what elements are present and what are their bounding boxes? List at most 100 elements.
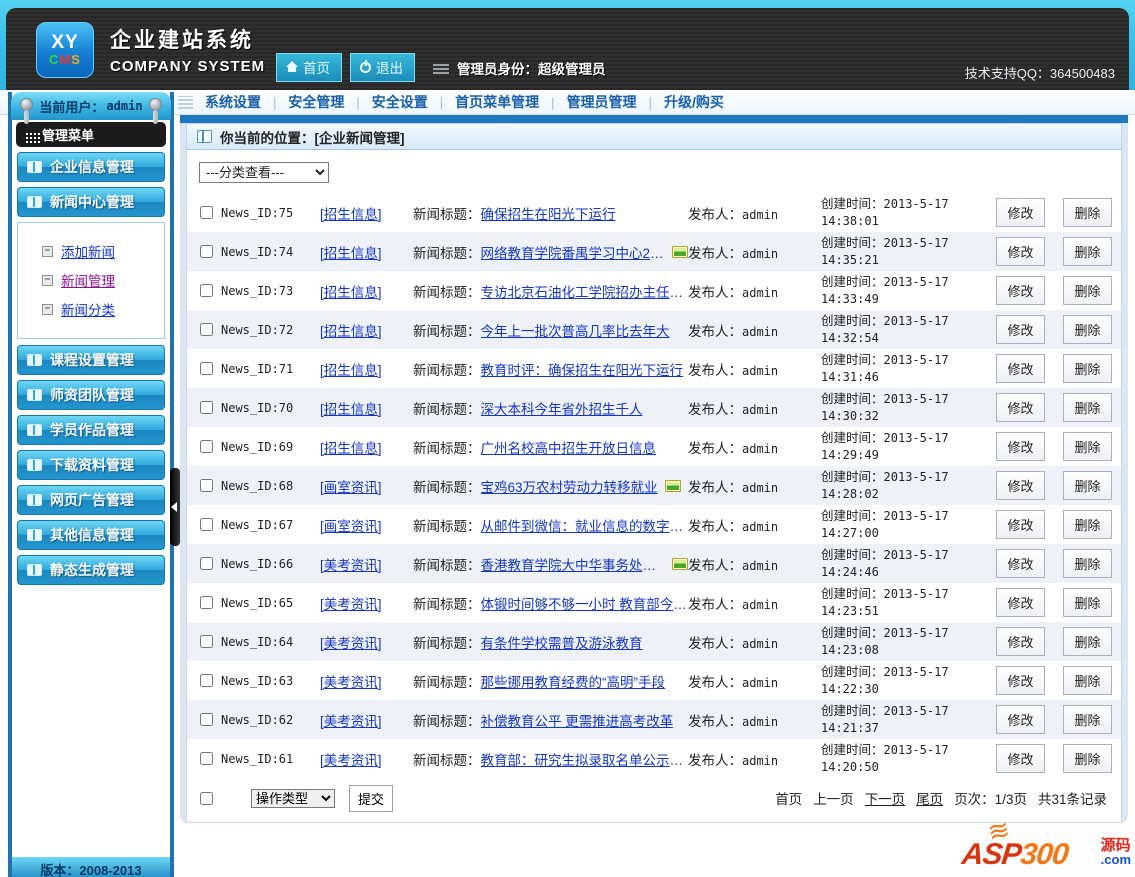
home-button[interactable]: 首页 xyxy=(276,53,342,82)
delete-button[interactable]: 删除 xyxy=(1063,471,1111,500)
delete-button[interactable]: 删除 xyxy=(1063,588,1111,617)
pagination-last[interactable]: 尾页 xyxy=(916,788,943,808)
category-link[interactable]: [招生信息] xyxy=(320,441,382,456)
category-link[interactable]: [美考资讯] xyxy=(320,753,382,768)
row-checkbox[interactable] xyxy=(200,674,213,687)
news-title-link[interactable]: 从邮件到微信：就业信息的数字化之路 xyxy=(481,515,689,535)
news-title-link[interactable]: 宝鸡63万农村劳动力转移就业 xyxy=(481,476,658,496)
logout-button[interactable]: 退出 xyxy=(350,53,415,82)
category-link[interactable]: [美考资讯] xyxy=(320,558,382,573)
delete-button[interactable]: 删除 xyxy=(1063,315,1111,344)
edit-button[interactable]: 修改 xyxy=(996,588,1044,617)
delete-button[interactable]: 删除 xyxy=(1063,393,1111,422)
edit-button[interactable]: 修改 xyxy=(996,549,1044,578)
sidebar-submenu-link[interactable]: 添加新闻 xyxy=(61,241,115,261)
row-checkbox[interactable] xyxy=(200,752,213,765)
sidebar-group-button[interactable]: 网页广告管理 xyxy=(17,485,165,515)
news-title-link[interactable]: 广州名校高中招生开放日信息 xyxy=(481,437,657,457)
nav-item[interactable]: 管理员管理 xyxy=(567,94,637,110)
edit-button[interactable]: 修改 xyxy=(996,471,1044,500)
news-title-link[interactable]: 教育时评：确保招生在阳光下运行 xyxy=(481,359,684,379)
nav-item[interactable]: 安全管理 xyxy=(288,94,344,110)
row-checkbox[interactable] xyxy=(200,206,213,219)
news-title-link[interactable]: 教育部：研究生拟录取名单公示不少于7个工作日 xyxy=(481,749,689,769)
sidebar-collapse-handle[interactable] xyxy=(170,468,180,546)
edit-button[interactable]: 修改 xyxy=(996,354,1044,383)
submit-button[interactable]: 提交 xyxy=(349,785,393,812)
category-link[interactable]: [招生信息] xyxy=(320,324,382,339)
category-filter-select[interactable]: ---分类查看--- xyxy=(199,162,329,183)
edit-button[interactable]: 修改 xyxy=(996,510,1044,539)
category-link[interactable]: [招生信息] xyxy=(320,207,382,222)
edit-button[interactable]: 修改 xyxy=(996,276,1044,305)
sidebar-group-button[interactable]: 静态生成管理 xyxy=(17,555,165,585)
category-link[interactable]: [美考资讯] xyxy=(320,597,382,612)
category-link[interactable]: [美考资讯] xyxy=(320,675,382,690)
edit-button[interactable]: 修改 xyxy=(996,627,1044,656)
edit-button[interactable]: 修改 xyxy=(996,315,1044,344)
row-checkbox[interactable] xyxy=(200,323,213,336)
nav-item[interactable]: 系统设置 xyxy=(205,94,261,110)
sidebar-group-button[interactable]: 下载资料管理 xyxy=(17,450,165,480)
news-title-link[interactable]: 补偿教育公平 更需推进高考改革 xyxy=(481,710,674,730)
delete-button[interactable]: 删除 xyxy=(1063,354,1111,383)
row-checkbox[interactable] xyxy=(200,440,213,453)
news-title-link[interactable]: 深大本科今年省外招生千人 xyxy=(481,398,643,418)
delete-button[interactable]: 删除 xyxy=(1063,510,1111,539)
delete-button[interactable]: 删除 xyxy=(1063,627,1111,656)
sidebar-group-button[interactable]: 师资团队管理 xyxy=(17,380,165,410)
delete-button[interactable]: 删除 xyxy=(1063,198,1111,227)
delete-button[interactable]: 删除 xyxy=(1063,549,1111,578)
category-link[interactable]: [招生信息] xyxy=(320,363,382,378)
row-checkbox[interactable] xyxy=(200,401,213,414)
sidebar-group-button[interactable]: 新闻中心管理 xyxy=(17,187,165,217)
nav-item[interactable]: 安全设置 xyxy=(372,94,428,110)
sidebar-group-button[interactable]: 其他信息管理 xyxy=(17,520,165,550)
category-link[interactable]: [招生信息] xyxy=(320,246,382,261)
edit-button[interactable]: 修改 xyxy=(996,237,1044,266)
delete-button[interactable]: 删除 xyxy=(1063,432,1111,461)
select-all-checkbox[interactable] xyxy=(200,792,213,805)
row-checkbox[interactable] xyxy=(200,245,213,258)
delete-button[interactable]: 删除 xyxy=(1063,705,1111,734)
row-checkbox[interactable] xyxy=(200,362,213,375)
news-title-link[interactable]: 网络教育学院番禺学习中心2013年秋季招生信 xyxy=(481,242,666,262)
delete-button[interactable]: 删除 xyxy=(1063,666,1111,695)
sidebar-submenu-link[interactable]: 新闻管理 xyxy=(61,270,115,290)
news-title-link[interactable]: 确保招生在阳光下运行 xyxy=(481,203,616,223)
news-title-link[interactable]: 专访北京石油化工学院招办主任魏融 xyxy=(481,281,689,301)
news-title-link[interactable]: 香港教育学院大中华事务处许声浪谈2013招生政策 xyxy=(481,554,666,574)
category-link[interactable]: [招生信息] xyxy=(320,285,382,300)
row-checkbox[interactable] xyxy=(200,596,213,609)
category-link[interactable]: [美考资讯] xyxy=(320,714,382,729)
category-link[interactable]: [招生信息] xyxy=(320,402,382,417)
delete-button[interactable]: 删除 xyxy=(1063,237,1111,266)
news-title-link[interactable]: 那些挪用教育经费的“高明”手段 xyxy=(481,671,666,691)
row-checkbox[interactable] xyxy=(200,635,213,648)
news-title-link[interactable]: 今年上一批次普高几率比去年大 xyxy=(481,320,670,340)
pagination-prev[interactable]: 上一页 xyxy=(813,788,854,808)
category-link[interactable]: [画室资讯] xyxy=(320,480,382,495)
delete-button[interactable]: 删除 xyxy=(1063,276,1111,305)
action-type-select[interactable]: 操作类型 xyxy=(251,789,335,808)
pagination-first[interactable]: 首页 xyxy=(775,788,802,808)
delete-button[interactable]: 删除 xyxy=(1063,744,1111,773)
news-title-link[interactable]: 有条件学校需普及游泳教育 xyxy=(481,632,643,652)
edit-button[interactable]: 修改 xyxy=(996,744,1044,773)
row-checkbox[interactable] xyxy=(200,713,213,726)
category-link[interactable]: [美考资讯] xyxy=(320,636,382,651)
sidebar-group-button[interactable]: 学员作品管理 xyxy=(17,415,165,445)
nav-item[interactable]: 首页菜单管理 xyxy=(455,94,539,110)
row-checkbox[interactable] xyxy=(200,284,213,297)
edit-button[interactable]: 修改 xyxy=(996,393,1044,422)
category-link[interactable]: [画室资讯] xyxy=(320,519,382,534)
sidebar-group-button[interactable]: 课程设置管理 xyxy=(17,345,165,375)
edit-button[interactable]: 修改 xyxy=(996,198,1044,227)
edit-button[interactable]: 修改 xyxy=(996,432,1044,461)
sidebar-group-button[interactable]: 企业信息管理 xyxy=(17,152,165,182)
row-checkbox[interactable] xyxy=(200,479,213,492)
row-checkbox[interactable] xyxy=(200,518,213,531)
news-title-link[interactable]: 体锻时间够不够一小时 教育部今年要专项督查 xyxy=(481,593,689,613)
edit-button[interactable]: 修改 xyxy=(996,705,1044,734)
pagination-next[interactable]: 下一页 xyxy=(865,788,906,808)
